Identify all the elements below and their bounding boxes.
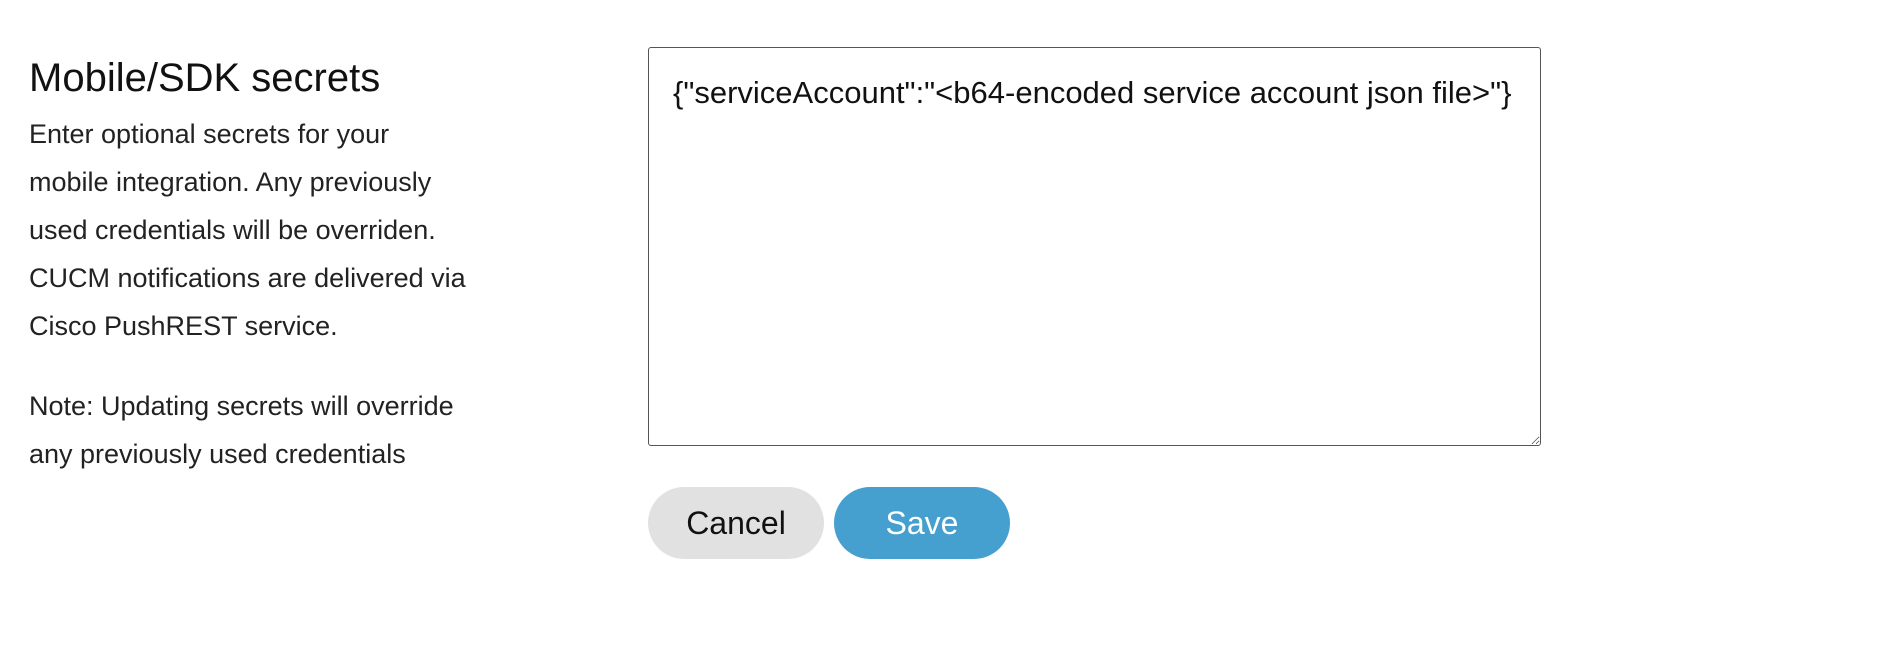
secrets-textarea[interactable]: {"serviceAccount":"<b64-encoded service …	[648, 47, 1541, 446]
save-button[interactable]: Save	[834, 487, 1010, 559]
form-actions: Cancel Save	[648, 487, 1541, 559]
secrets-info-panel: Mobile/SDK secrets Enter optional secret…	[29, 50, 469, 478]
section-description: Enter optional secrets for your mobile i…	[29, 119, 466, 341]
cancel-button[interactable]: Cancel	[648, 487, 824, 559]
section-title: Mobile/SDK secrets	[29, 56, 381, 100]
secrets-form: {"serviceAccount":"<b64-encoded service …	[648, 47, 1541, 559]
update-note: Note: Updating secrets will override any…	[29, 391, 454, 469]
